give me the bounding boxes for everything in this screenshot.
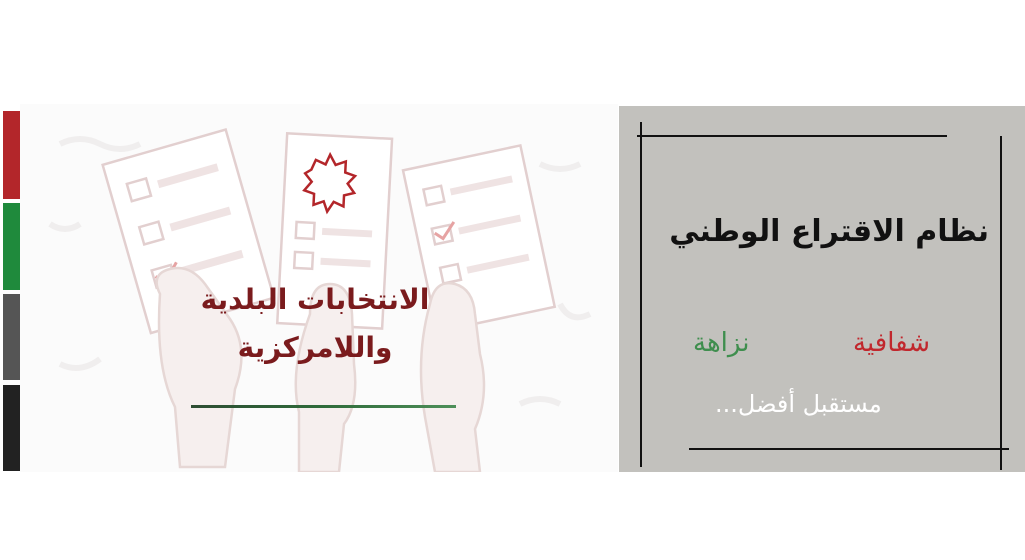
flag-stripe-grey	[3, 294, 20, 380]
right-title: نظام الاقتراع الوطني	[669, 214, 989, 249]
left-title-underline	[191, 405, 456, 408]
frame-line-top	[637, 135, 947, 137]
frame-line-bottom	[689, 448, 1009, 450]
right-panel: نظام الاقتراع الوطني شفافية نزاهة مستقبل…	[619, 106, 1025, 472]
frame-line-right	[1000, 136, 1002, 470]
slogan-text: مستقبل أفضل...	[715, 390, 882, 418]
flag-stripe-green	[3, 203, 20, 290]
integrity-word: نزاهة	[693, 328, 750, 358]
frame-line-left	[640, 122, 642, 467]
transparency-word: شفافية	[853, 328, 931, 358]
flag-stripe-black	[3, 385, 20, 471]
left-title-line-2: واللامركزية	[237, 331, 393, 364]
left-title: الانتخابات البلدية واللامركزية	[150, 276, 480, 372]
banner: الانتخابات البلدية واللامركزية نظام الاق…	[0, 0, 1025, 560]
flag-stripe-red	[3, 111, 20, 199]
left-title-line-1: الانتخابات البلدية	[200, 283, 430, 316]
